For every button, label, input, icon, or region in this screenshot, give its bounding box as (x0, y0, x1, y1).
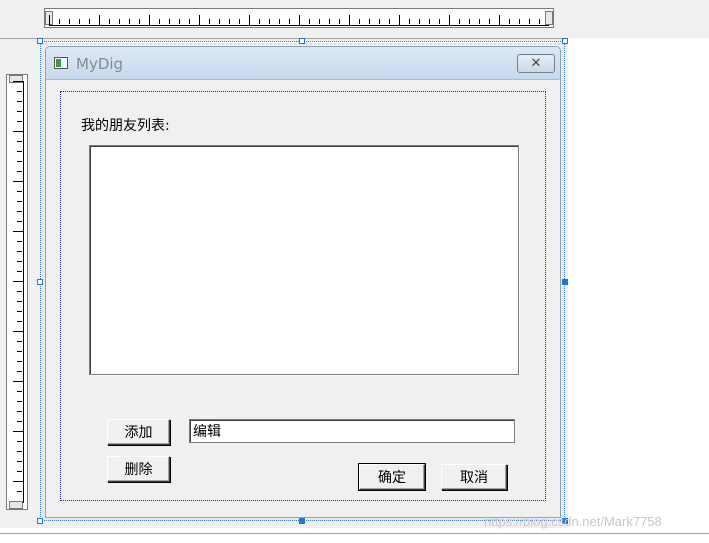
edit-input[interactable]: 编辑 (189, 419, 515, 443)
friends-listbox[interactable] (89, 145, 519, 375)
ok-button[interactable]: 确定 (358, 463, 426, 491)
dialog-title-bar[interactable]: MyDig ✕ (46, 47, 560, 80)
watermark: https://blog.csdn.net/Mark7758 (484, 514, 662, 529)
add-button[interactable]: 添加 (107, 419, 170, 445)
resize-handle-bottom-left[interactable] (37, 518, 43, 524)
dialog-title: MyDig (76, 55, 124, 73)
resize-handle-right[interactable] (562, 279, 568, 285)
resize-handle-top-left[interactable] (37, 38, 43, 44)
dialog-app-icon (54, 57, 68, 69)
bottom-area (0, 528, 709, 543)
vertical-ruler[interactable] (6, 74, 28, 510)
delete-button[interactable]: 删除 (107, 456, 170, 482)
editor-canvas (568, 38, 709, 528)
bottom-separator (0, 533, 709, 534)
close-icon: ✕ (530, 56, 542, 71)
close-button[interactable]: ✕ (517, 54, 555, 73)
cancel-button[interactable]: 取消 (441, 464, 507, 490)
ruler-ticks (49, 15, 549, 26)
ruler-right-cap (545, 11, 553, 25)
resize-handle-bottom[interactable] (299, 518, 305, 524)
horizontal-ruler[interactable] (44, 8, 554, 28)
friends-list-label: 我的朋友列表: (81, 118, 170, 134)
ruler-bottom-cap (9, 501, 23, 509)
dialog-window[interactable]: MyDig ✕ 我的朋友列表: 添加 编辑 删除 确定 取消 (45, 46, 561, 518)
ruler-ticks-vertical (13, 81, 24, 503)
resize-handle-left[interactable] (37, 279, 43, 285)
resize-handle-top-right[interactable] (562, 38, 568, 44)
resize-handle-top[interactable] (299, 38, 305, 44)
